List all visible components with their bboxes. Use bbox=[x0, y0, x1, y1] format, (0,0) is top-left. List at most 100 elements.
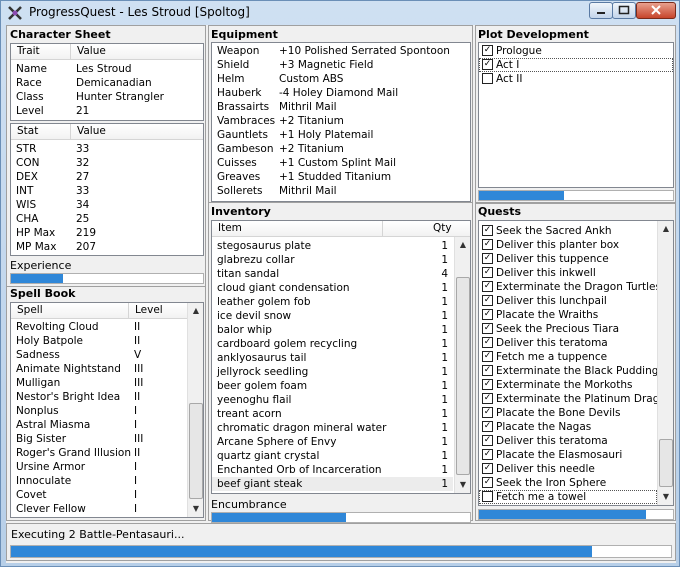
stats-list[interactable]: Stat Value STR 33 CON 32 DEX 27 INT 33 WIS 34 CHA 2… bbox=[10, 123, 204, 256]
quest-row[interactable]: ✓ Seek the Iron Sphere bbox=[479, 476, 657, 490]
spell-column-header[interactable]: Spell bbox=[17, 304, 43, 316]
inventory-row[interactable]: glabrezu collar 1 bbox=[212, 253, 453, 267]
stat-row[interactable]: CON 32 bbox=[11, 156, 203, 170]
stat-row[interactable]: INT 33 bbox=[11, 184, 203, 198]
inventory-row[interactable]: anklyosaurus tail 1 bbox=[212, 351, 453, 365]
quest-row[interactable]: ✓ Deliver this planter box bbox=[479, 238, 657, 252]
inventory-list[interactable]: Item Qty stegosaurus plate 1 glabrezu coll… bbox=[211, 220, 471, 494]
checkbox-checked-icon[interactable]: ✓ bbox=[482, 435, 493, 446]
quest-row[interactable]: ✓ Exterminate the Black Puddings bbox=[479, 364, 664, 378]
equipment-row[interactable]: Hauberk -4 Holey Diamond Mail bbox=[212, 86, 470, 100]
checkbox-checked-icon[interactable]: ✓ bbox=[482, 337, 493, 348]
trait-column-header[interactable]: Trait bbox=[17, 45, 40, 57]
scroll-thumb[interactable] bbox=[189, 403, 203, 499]
checkbox-checked-icon[interactable]: ✓ bbox=[482, 59, 493, 70]
quest-row[interactable]: ✓ Exterminate the Morkoths bbox=[479, 378, 657, 392]
scroll-thumb[interactable] bbox=[659, 439, 673, 487]
inventory-row[interactable]: Arcane Sphere of Envy 1 bbox=[212, 435, 453, 449]
quest-row[interactable]: ✓ Deliver this lunchpail bbox=[479, 294, 657, 308]
quest-row[interactable]: ✓ Deliver this teratoma bbox=[479, 336, 657, 350]
spell-scrollbar[interactable]: ▲ ▼ bbox=[187, 303, 203, 517]
trait-row[interactable]: Race Demicanadian bbox=[11, 76, 203, 90]
item-column-header[interactable]: Item bbox=[218, 222, 242, 234]
quest-row[interactable]: ✓ Placate the Wraiths bbox=[479, 308, 657, 322]
inventory-row[interactable]: cloud giant condensation 1 bbox=[212, 281, 453, 295]
scroll-up-icon[interactable]: ▲ bbox=[455, 237, 470, 253]
inventory-row[interactable]: quartz giant crystal 1 bbox=[212, 449, 453, 463]
checkbox-checked-icon[interactable]: ✓ bbox=[482, 253, 493, 264]
trait-row[interactable]: Level 21 bbox=[11, 104, 203, 118]
checkbox-checked-icon[interactable]: ✓ bbox=[482, 393, 493, 404]
checkbox-checked-icon[interactable]: ✓ bbox=[482, 463, 493, 474]
inventory-row[interactable]: treant acorn 1 bbox=[212, 407, 453, 421]
spell-row[interactable]: Revolting Cloud II bbox=[11, 320, 186, 334]
equipment-list[interactable]: Weapon +10 Polished Serrated Spontoon Shie… bbox=[211, 42, 471, 202]
inventory-scrollbar[interactable]: ▲ ▼ bbox=[454, 237, 470, 493]
spell-row[interactable]: Nonplus I bbox=[11, 404, 186, 418]
spell-row[interactable]: Nestor's Bright Idea II bbox=[11, 390, 186, 404]
inventory-row[interactable]: beef giant steak 1 bbox=[212, 477, 453, 491]
checkbox-checked-icon[interactable]: ✓ bbox=[482, 421, 493, 432]
quest-row[interactable]: ✓ Deliver this tuppence bbox=[479, 252, 657, 266]
quest-row[interactable]: ✓ Seek the Precious Tiara bbox=[479, 322, 657, 336]
inventory-row[interactable]: Enchanted Orb of Incarceration 1 bbox=[212, 463, 453, 477]
equipment-row[interactable]: Shield +3 Magnetic Field bbox=[212, 58, 470, 72]
checkbox-checked-icon[interactable]: ✓ bbox=[482, 407, 493, 418]
quest-row[interactable]: ✓ Placate the Bone Devils bbox=[479, 406, 657, 420]
checkbox-checked-icon[interactable]: ✓ bbox=[482, 295, 493, 306]
stat-row[interactable]: HP Max 219 bbox=[11, 226, 203, 240]
inventory-row[interactable]: leather golem fob 1 bbox=[212, 295, 453, 309]
spell-row[interactable]: Innoculate I bbox=[11, 474, 186, 488]
plot-list[interactable]: ✓ Prologue ✓ Act I Act II bbox=[478, 42, 674, 188]
level-column-header[interactable]: Level bbox=[135, 304, 163, 316]
maximize-button[interactable] bbox=[612, 2, 636, 19]
spell-row[interactable]: Ursine Armor I bbox=[11, 460, 186, 474]
scroll-down-icon[interactable]: ▼ bbox=[455, 477, 470, 493]
checkbox-checked-icon[interactable]: ✓ bbox=[482, 449, 493, 460]
equipment-row[interactable]: Brassairts Mithril Mail bbox=[212, 100, 470, 114]
stat-row[interactable]: MP Max 207 bbox=[11, 240, 203, 254]
checkbox-checked-icon[interactable]: ✓ bbox=[482, 225, 493, 236]
trait-row[interactable]: Name Les Stroud bbox=[11, 62, 203, 76]
stat-row[interactable]: CHA 25 bbox=[11, 212, 203, 226]
traits-list[interactable]: Trait Value Name Les Stroud Race Demicanadi… bbox=[10, 43, 204, 121]
quests-list[interactable]: ✓ Seek the Sacred Ankh ✓ Deliver this plant… bbox=[478, 220, 674, 506]
title-bar[interactable]: ProgressQuest - Les Stroud [Spoltog] bbox=[1, 1, 679, 25]
spell-row[interactable]: Sadness V bbox=[11, 348, 186, 362]
inventory-row[interactable]: yeenoghu flail 1 bbox=[212, 393, 453, 407]
equipment-row[interactable]: Gambeson +2 Titanium bbox=[212, 142, 470, 156]
equipment-row[interactable]: Cuisses +1 Custom Splint Mail bbox=[212, 156, 470, 170]
checkbox-checked-icon[interactable]: ✓ bbox=[482, 323, 493, 334]
spell-row[interactable]: Big Sister III bbox=[11, 432, 186, 446]
stat-row[interactable]: WIS 34 bbox=[11, 198, 203, 212]
equipment-row[interactable]: Weapon +10 Polished Serrated Spontoon bbox=[212, 44, 470, 58]
inventory-row[interactable]: stegosaurus plate 1 bbox=[212, 239, 453, 253]
checkbox-checked-icon[interactable]: ✓ bbox=[482, 239, 493, 250]
spell-row[interactable]: Covet I bbox=[11, 488, 186, 502]
checkbox-checked-icon[interactable]: ✓ bbox=[482, 267, 493, 278]
equipment-row[interactable]: Gauntlets +1 Holy Platemail bbox=[212, 128, 470, 142]
quest-row[interactable]: ✓ Placate the Nagas bbox=[479, 420, 657, 434]
quest-row[interactable]: ✓ Exterminate the Platinum Dragons bbox=[479, 392, 673, 406]
spell-row[interactable]: Clever Fellow I bbox=[11, 502, 186, 516]
stat-column-header[interactable]: Stat bbox=[17, 125, 38, 137]
equipment-row[interactable]: Greaves +1 Studded Titanium bbox=[212, 170, 470, 184]
plot-act-row[interactable]: Act II bbox=[479, 72, 673, 86]
inventory-row[interactable]: chromatic dragon mineral water 1 bbox=[212, 421, 453, 435]
equipment-row[interactable]: Vambraces +2 Titanium bbox=[212, 114, 470, 128]
stat-row[interactable]: STR 33 bbox=[11, 142, 203, 156]
checkbox-checked-icon[interactable]: ✓ bbox=[482, 365, 493, 376]
quest-row[interactable]: ✓ Fetch me a tuppence bbox=[479, 350, 657, 364]
trait-row[interactable]: Class Hunter Strangler bbox=[11, 90, 203, 104]
inventory-row[interactable]: balor whip 1 bbox=[212, 323, 453, 337]
plot-act-row[interactable]: ✓ Prologue bbox=[479, 44, 673, 58]
checkbox-unchecked-icon[interactable] bbox=[482, 491, 493, 502]
checkbox-checked-icon[interactable]: ✓ bbox=[482, 45, 493, 56]
stat-row[interactable]: DEX 27 bbox=[11, 170, 203, 184]
checkbox-checked-icon[interactable]: ✓ bbox=[482, 281, 493, 292]
inventory-row[interactable]: titan sandal 4 bbox=[212, 267, 453, 281]
equipment-row[interactable]: Helm Custom ABS bbox=[212, 72, 470, 86]
scroll-up-icon[interactable]: ▲ bbox=[658, 221, 673, 237]
checkbox-checked-icon[interactable]: ✓ bbox=[482, 309, 493, 320]
inventory-row[interactable]: beer golem foam 1 bbox=[212, 379, 453, 393]
